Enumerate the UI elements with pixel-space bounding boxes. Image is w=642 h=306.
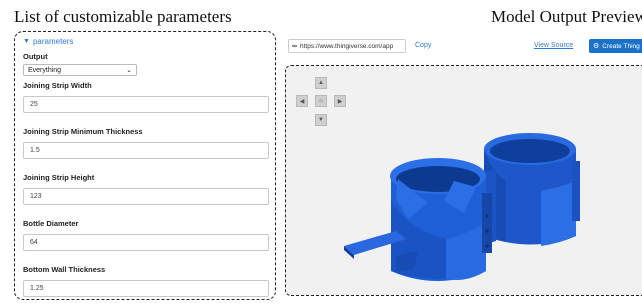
field-bottle-diameter: Bottle Diameter 64: [23, 219, 271, 251]
bottom-wall-thickness-label: Bottom Wall Thickness: [23, 265, 106, 274]
field-joining-strip-height: Joining Strip Height 123: [23, 173, 271, 205]
arrow-left-icon[interactable]: ◀: [296, 95, 308, 107]
field-bottom-wall-thickness: Bottom Wall Thickness 1.25: [23, 265, 271, 297]
create-thing-label: Create Thing: [602, 42, 640, 50]
url-text: https://www.thingiverse.com/app: [300, 42, 394, 50]
select-chevron-icon: ⌄: [126, 67, 132, 74]
field-joining-strip-width: Joining Strip Width 25: [23, 81, 271, 113]
joining-strip-min-thickness-label: Joining Strip Minimum Thickness: [23, 127, 143, 136]
output-label: Output: [23, 52, 48, 61]
create-thing-button[interactable]: ⚙ Create Thing: [589, 39, 642, 53]
bottle-diameter-input[interactable]: 64: [23, 234, 269, 251]
joining-strip-height-input[interactable]: 123: [23, 188, 269, 205]
chevron-down-icon: ▼: [23, 38, 30, 45]
left-caption: List of customizable parameters: [14, 7, 232, 26]
preview-toolbar: ∞ https://www.thingiverse.com/app Copy V…: [286, 39, 642, 55]
model-preview[interactable]: ▲ ◀ ⌂ ▶ ▼: [285, 65, 642, 296]
bottom-wall-thickness-input[interactable]: 1.25: [23, 280, 269, 297]
joining-strip-min-thickness-input[interactable]: 1.5: [23, 142, 269, 159]
arrow-down-icon[interactable]: ▼: [315, 114, 327, 126]
right-caption: Model Output Preview: [491, 7, 642, 26]
link-icon: ∞: [292, 42, 297, 50]
joining-strip-width-input[interactable]: 25: [23, 96, 269, 113]
copy-link[interactable]: Copy: [415, 42, 431, 49]
output-select[interactable]: Everything ⌄: [23, 64, 137, 76]
parameters-toggle-label: parameters: [32, 37, 74, 46]
joining-strip-height-label: Joining Strip Height: [23, 173, 95, 182]
joining-strip-width-label: Joining Strip Width: [23, 81, 92, 90]
bottle-holder-model: [344, 133, 580, 281]
parameters-toggle[interactable]: ▼ parameters: [23, 36, 271, 47]
bottle-diameter-label: Bottle Diameter: [23, 219, 79, 228]
view-source-link[interactable]: View Source: [534, 42, 573, 49]
home-icon[interactable]: ⌂: [315, 95, 327, 107]
field-joining-strip-min-thickness: Joining Strip Minimum Thickness 1.5: [23, 127, 271, 159]
parameters-panel: ▼ parameters Output Everything ⌄ Joining…: [14, 31, 276, 300]
arrow-right-icon[interactable]: ▶: [334, 95, 346, 107]
output-select-value: Everything: [28, 66, 62, 74]
arrow-up-icon[interactable]: ▲: [315, 77, 327, 89]
gear-icon: ⚙: [593, 43, 600, 50]
url-field[interactable]: ∞ https://www.thingiverse.com/app: [288, 39, 406, 53]
